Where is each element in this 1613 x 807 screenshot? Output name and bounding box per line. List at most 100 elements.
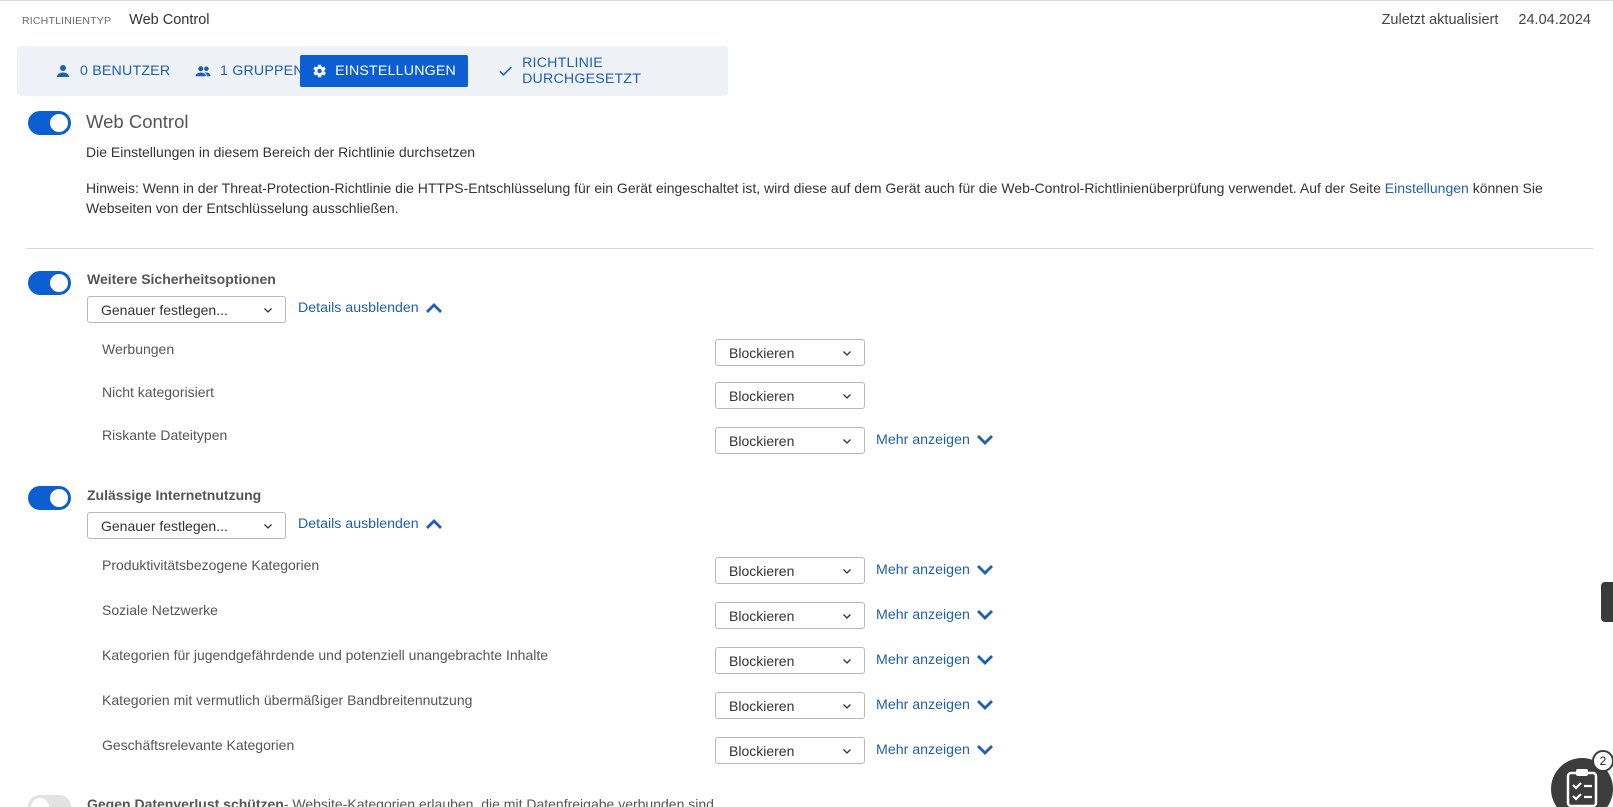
chevron-down-icon xyxy=(843,351,851,356)
internet-usage-title: Zulässige Internetnutzung xyxy=(87,487,262,503)
risky-filetypes-more-link[interactable]: Mehr anzeigen xyxy=(876,432,994,448)
chevron-down-icon xyxy=(843,394,851,399)
row-label-social-networks: Soziale Netzwerke xyxy=(102,602,218,618)
select-value: Blockieren xyxy=(729,432,795,449)
note-text: Hinweis: Wenn in der Threat-Protection-R… xyxy=(86,178,1586,218)
toggle-knob xyxy=(50,489,68,507)
policy-type-label: RICHTLINIENTYP xyxy=(22,15,112,27)
internet-usage-toggle[interactable] xyxy=(28,486,71,510)
internet-details-toggle-link[interactable]: Details ausblenden xyxy=(298,516,443,532)
row-label-bandwidth: Kategorien mit vermutlich übermäßiger Ba… xyxy=(102,692,473,708)
more-link-label: Mehr anzeigen xyxy=(876,697,970,713)
bandwidth-more-link[interactable]: Mehr anzeigen xyxy=(876,697,994,713)
select-value: Genauer festlegen... xyxy=(101,517,228,534)
data-loss-description: - Website-Kategorien erlauben, die mit D… xyxy=(283,796,714,807)
productivity-action-select[interactable]: Blockieren xyxy=(715,557,865,584)
business-more-link[interactable]: Mehr anzeigen xyxy=(876,742,994,758)
productivity-more-link[interactable]: Mehr anzeigen xyxy=(876,562,994,578)
settings-link[interactable]: Einstellungen xyxy=(1385,180,1469,196)
chevron-down-icon xyxy=(976,610,993,620)
policy-type-value: Web Control xyxy=(129,12,210,28)
toggle-knob xyxy=(31,798,49,807)
chevron-down-icon xyxy=(976,655,993,665)
more-link-label: Mehr anzeigen xyxy=(876,607,970,623)
details-link-label: Details ausblenden xyxy=(298,300,419,316)
tab-users-label: 0 BENUTZER xyxy=(80,63,171,79)
chevron-down-icon xyxy=(264,524,272,529)
row-label-risky-filetypes: Riskante Dateitypen xyxy=(102,427,228,443)
chevron-down-icon xyxy=(264,308,272,313)
chevron-down-icon xyxy=(976,435,993,445)
section-divider xyxy=(26,248,1593,249)
chevron-down-icon xyxy=(976,565,993,575)
tab-users[interactable]: 0 BENUTZER xyxy=(42,55,182,87)
last-updated-label: Zuletzt aktualisiert xyxy=(1381,12,1499,28)
security-options-title: Weitere Sicherheitsoptionen xyxy=(87,271,276,287)
tab-groups-label: 1 GRUPPEN xyxy=(220,63,304,79)
chevron-up-icon xyxy=(425,519,442,529)
details-link-label: Details ausblenden xyxy=(298,516,419,532)
youth-unsuitable-action-select[interactable]: Blockieren xyxy=(715,647,865,674)
tab-policy-enforced-label: RICHTLINIE DURCHGESETZT xyxy=(522,55,642,87)
more-link-label: Mehr anzeigen xyxy=(876,432,970,448)
toggle-knob xyxy=(50,274,68,292)
gear-icon xyxy=(313,64,326,78)
more-link-label: Mehr anzeigen xyxy=(876,652,970,668)
internet-usage-mode-select[interactable]: Genauer festlegen... xyxy=(87,512,286,539)
data-loss-row: Gegen Datenverlust schützen- Website-Kat… xyxy=(87,794,714,807)
tab-groups[interactable]: 1 GRUPPEN xyxy=(182,55,316,87)
select-value: Blockieren xyxy=(729,742,795,759)
select-value: Genauer festlegen... xyxy=(101,301,228,318)
chevron-down-icon xyxy=(843,439,851,444)
select-value: Blockieren xyxy=(729,652,795,669)
select-value: Blockieren xyxy=(729,607,795,624)
tab-bar: 0 BENUTZER 1 GRUPPEN EINSTELLUNGEN RICHT… xyxy=(17,46,728,96)
top-border xyxy=(0,0,1613,1)
chevron-down-icon xyxy=(976,745,993,755)
note-text-part1: Hinweis: Wenn in der Threat-Protection-R… xyxy=(86,180,1381,196)
row-label-uncategorized: Nicht kategorisiert xyxy=(102,384,215,400)
uncategorized-action-select[interactable]: Blockieren xyxy=(715,382,865,409)
data-loss-toggle[interactable] xyxy=(28,795,71,807)
toggle-knob xyxy=(50,114,68,132)
ads-action-select[interactable]: Blockieren xyxy=(715,339,865,366)
enforce-text: Die Einstellungen in diesem Bereich der … xyxy=(86,144,476,160)
select-value: Blockieren xyxy=(729,387,795,404)
select-value: Blockieren xyxy=(729,562,795,579)
row-label-business: Geschäftsrelevante Kategorien xyxy=(102,737,295,753)
select-value: Blockieren xyxy=(729,344,795,361)
business-action-select[interactable]: Blockieren xyxy=(715,737,865,764)
chevron-up-icon xyxy=(425,303,442,313)
row-label-productivity: Produktivitätsbezogene Kategorien xyxy=(102,557,320,573)
more-link-label: Mehr anzeigen xyxy=(876,742,970,758)
security-details-toggle-link[interactable]: Details ausblenden xyxy=(298,300,443,316)
data-loss-title: Gegen Datenverlust schützen xyxy=(87,796,284,807)
select-value: Blockieren xyxy=(729,697,795,714)
chevron-down-icon xyxy=(843,749,851,754)
youth-unsuitable-more-link[interactable]: Mehr anzeigen xyxy=(876,652,994,668)
group-icon xyxy=(195,66,211,77)
row-label-youth-unsuitable: Kategorien für jugendgefährdende und pot… xyxy=(102,647,549,663)
check-icon xyxy=(499,66,512,77)
chevron-down-icon xyxy=(843,614,851,619)
last-updated: Zuletzt aktualisiert 24.04.2024 xyxy=(1382,12,1591,28)
more-link-label: Mehr anzeigen xyxy=(876,562,970,578)
last-updated-value: 24.04.2024 xyxy=(1518,12,1591,28)
social-networks-more-link[interactable]: Mehr anzeigen xyxy=(876,607,994,623)
risky-filetypes-action-select[interactable]: Blockieren xyxy=(715,427,865,454)
security-options-mode-select[interactable]: Genauer festlegen... xyxy=(87,296,286,323)
social-networks-action-select[interactable]: Blockieren xyxy=(715,602,865,629)
clipboard-checklist-icon xyxy=(1566,769,1598,807)
security-options-toggle[interactable] xyxy=(28,271,71,295)
chevron-down-icon xyxy=(843,704,851,709)
section-title: Web Control xyxy=(86,111,189,132)
chevron-down-icon xyxy=(843,659,851,664)
user-icon xyxy=(57,65,69,77)
bandwidth-action-select[interactable]: Blockieren xyxy=(715,692,865,719)
tab-settings[interactable]: EINSTELLUNGEN xyxy=(300,55,468,87)
chevron-down-icon xyxy=(976,700,993,710)
web-control-toggle[interactable] xyxy=(28,111,71,135)
tab-policy-enforced[interactable]: RICHTLINIE DURCHGESETZT xyxy=(485,55,728,87)
feedback-side-tab[interactable] xyxy=(1601,582,1613,622)
row-label-ads: Werbungen xyxy=(102,341,175,357)
